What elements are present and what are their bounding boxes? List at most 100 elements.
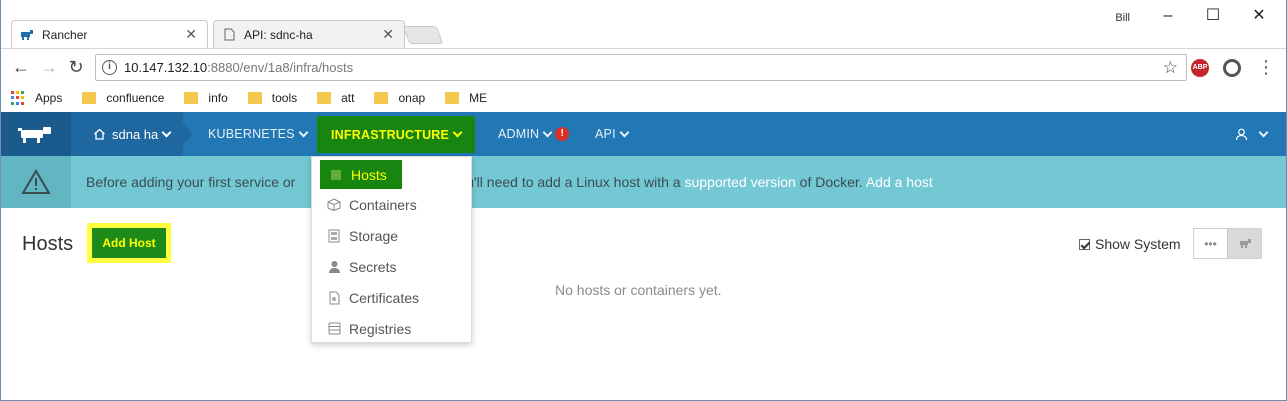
show-system-toggle[interactable]: Show System	[1079, 236, 1181, 252]
view-mode-toggle: •••	[1193, 228, 1262, 259]
apps-grid-icon	[11, 91, 25, 105]
folder-icon	[317, 92, 332, 104]
browser-titlebar: Rancher ✕ API: sdnc-ha ✕ Bill – ☐ ✕	[1, 0, 1286, 48]
nav-label: API	[595, 127, 616, 141]
banner-text-middle: u'll need to add a Linux host with a	[466, 174, 681, 190]
environment-name: sdna ha	[112, 126, 159, 142]
browser-menu-icon[interactable]: ⋮	[1257, 58, 1275, 76]
dropdown-label: Storage	[349, 227, 399, 244]
rancher-logo[interactable]	[1, 112, 71, 156]
tab-label: Rancher	[42, 27, 88, 42]
close-window-icon[interactable]: ✕	[1247, 6, 1271, 26]
folder-icon	[374, 92, 389, 104]
nav-api[interactable]: API	[595, 112, 630, 156]
dropdown-item-certificates[interactable]: Certificates	[312, 282, 473, 313]
cattle-icon	[1239, 239, 1251, 248]
url-host: 10.147.132.10	[124, 60, 208, 75]
chevron-down-icon	[1258, 127, 1269, 137]
rancher-icon	[20, 28, 34, 42]
page-title: Hosts	[22, 233, 74, 255]
nav-label: INFRASTRUCTURE	[331, 127, 450, 142]
add-host-button[interactable]: Add Host	[92, 228, 166, 258]
grid-view-button[interactable]	[1227, 229, 1261, 258]
dropdown-item-hosts[interactable]: Hosts	[320, 160, 402, 189]
bookmark-label: att	[341, 91, 355, 105]
profile-name[interactable]: Bill	[1115, 12, 1130, 24]
infrastructure-dropdown: Hosts Containers Storage Secrets Certifi…	[311, 156, 472, 343]
extension-icon[interactable]	[1223, 59, 1241, 77]
reload-icon[interactable]: ↻	[66, 57, 86, 77]
show-system-label: Show System	[1095, 236, 1181, 252]
user-icon	[1235, 128, 1248, 140]
folder-icon	[82, 92, 97, 104]
bookmark-onap[interactable]: onap	[374, 91, 425, 105]
bookmark-info[interactable]: info	[184, 91, 228, 105]
url-path: :8880/env/1a8/infra/hosts	[207, 60, 354, 75]
list-view-button[interactable]: •••	[1194, 229, 1227, 258]
rancher-logo-icon	[18, 127, 51, 143]
bookmarks-bar: Apps confluence info tools att onap ME	[1, 86, 1286, 110]
tab-label: API: sdnc-ha	[244, 27, 313, 42]
bookmark-star-icon[interactable]: ☆	[1163, 58, 1178, 78]
certificates-icon	[327, 291, 341, 305]
chevron-down-icon	[452, 127, 463, 138]
nav-label: ADMIN	[498, 127, 540, 141]
new-tab-button[interactable]	[402, 26, 444, 44]
nav-admin[interactable]: ADMIN !	[498, 112, 570, 156]
registries-icon	[327, 322, 341, 336]
folder-icon	[247, 92, 262, 104]
add-a-host-link[interactable]: Add a host	[866, 174, 933, 190]
home-icon	[94, 128, 105, 140]
nav-kubernetes[interactable]: KUBERNETES	[208, 112, 309, 156]
bookmark-me[interactable]: ME	[445, 91, 487, 105]
dropdown-item-registries[interactable]: Registries	[312, 313, 473, 344]
address-bar[interactable]: i 10.147.132.10:8880/env/1a8/infra/hosts…	[95, 54, 1187, 81]
bookmark-label: tools	[271, 91, 298, 105]
info-banner: Before adding your first service or u'll…	[1, 156, 1286, 208]
dropdown-label: Registries	[349, 320, 412, 337]
environment-switcher[interactable]: sdna ha	[71, 112, 193, 156]
show-system-checkbox[interactable]	[1079, 238, 1090, 250]
back-icon[interactable]: ←	[11, 57, 31, 77]
dropdown-label: Hosts	[351, 166, 387, 183]
supported-version-link[interactable]: supported version	[684, 174, 795, 190]
adblock-icon[interactable]: ABP	[1191, 59, 1209, 77]
dropdown-item-secrets[interactable]: Secrets	[312, 251, 473, 282]
chevron-down-icon	[161, 127, 172, 137]
chevron-down-icon	[542, 127, 553, 137]
tab-api[interactable]: API: sdnc-ha ✕	[213, 20, 405, 48]
storage-icon	[327, 229, 341, 243]
more-dots-icon: •••	[1204, 236, 1217, 251]
user-menu[interactable]	[1235, 112, 1269, 156]
close-icon[interactable]: ✕	[185, 26, 197, 43]
dropdown-label: Certificates	[349, 289, 420, 306]
dropdown-label: Containers	[349, 196, 417, 213]
dropdown-label: Secrets	[349, 258, 397, 275]
close-icon[interactable]: ✕	[382, 26, 394, 43]
bookmark-confluence[interactable]: confluence	[82, 91, 164, 105]
maximize-icon[interactable]: ☐	[1201, 6, 1225, 26]
tab-rancher[interactable]: Rancher ✕	[11, 20, 208, 48]
bookmark-tools[interactable]: tools	[247, 91, 298, 105]
bookmark-label: Apps	[35, 91, 63, 105]
bookmark-label: ME	[469, 91, 488, 105]
info-icon[interactable]: i	[102, 60, 117, 75]
browser-toolbar: ← → ↻ i 10.147.132.10:8880/env/1a8/infra…	[1, 48, 1286, 86]
warning-icon	[1, 156, 71, 208]
minimize-icon[interactable]: –	[1156, 6, 1180, 26]
nav-infrastructure[interactable]: INFRASTRUCTURE	[317, 116, 476, 153]
containers-icon	[327, 198, 341, 212]
page-icon	[222, 28, 236, 42]
chevron-down-icon	[619, 127, 630, 137]
bookmark-label: confluence	[106, 91, 165, 105]
app-header: sdna ha KUBERNETES INFRASTRUCTURE ADMIN …	[1, 112, 1286, 156]
nav-label: KUBERNETES	[208, 127, 295, 141]
bookmark-att[interactable]: att	[317, 91, 354, 105]
dropdown-item-storage[interactable]: Storage	[312, 220, 473, 251]
forward-icon[interactable]: →	[39, 57, 59, 77]
empty-state-message: No hosts or containers yet.	[555, 282, 722, 298]
bookmark-apps[interactable]: Apps	[11, 91, 62, 105]
chevron-down-icon	[298, 127, 309, 137]
banner-text-end: of Docker.	[799, 174, 863, 190]
dropdown-item-containers[interactable]: Containers	[312, 189, 473, 220]
